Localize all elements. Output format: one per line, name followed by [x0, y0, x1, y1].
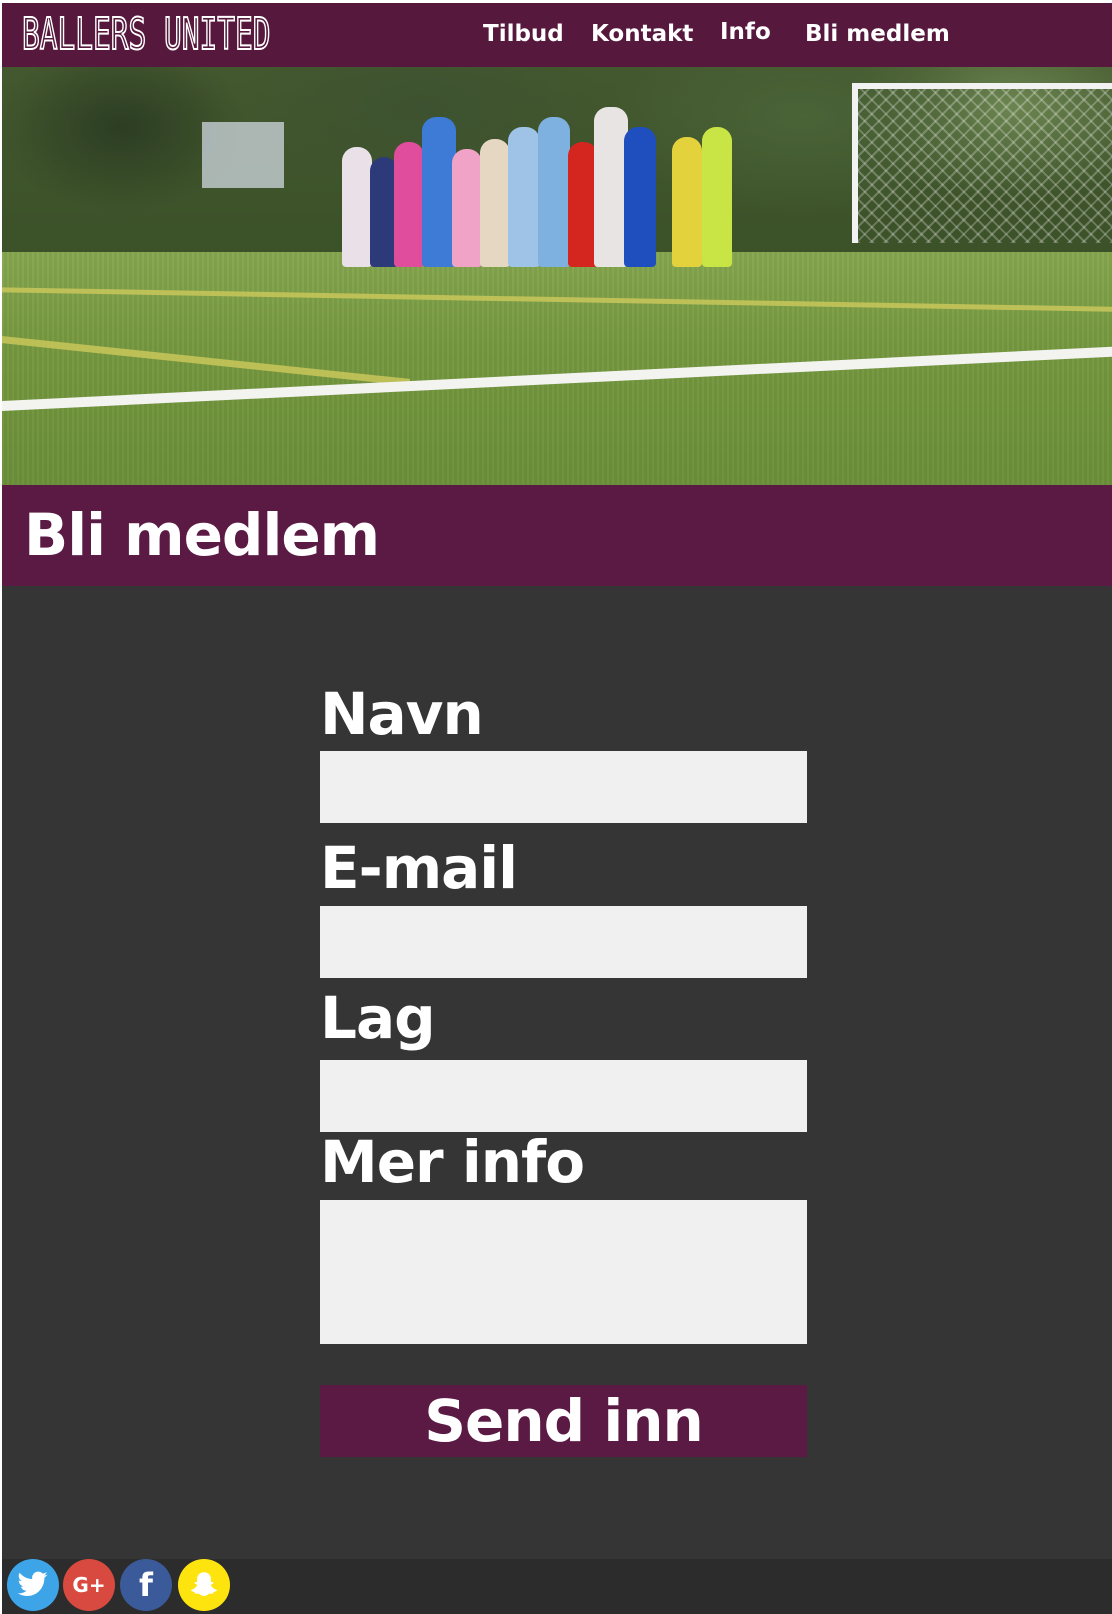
page: BALLERS UNITED Tilbud Kontakt Info Bli m… [2, 3, 1112, 1614]
google-plus-icon[interactable]: G+ [63, 1559, 115, 1611]
hero-player [508, 127, 540, 267]
hero-photo [2, 67, 1112, 485]
nav-link-tilbud[interactable]: Tilbud [483, 19, 564, 49]
hero-player [702, 127, 732, 267]
submit-button[interactable]: Send inn [320, 1385, 807, 1457]
name-field[interactable] [320, 751, 807, 823]
more-info-label: Mer info [320, 1128, 585, 1196]
team-field[interactable] [320, 1060, 807, 1132]
nav-link-kontakt[interactable]: Kontakt [591, 19, 693, 49]
team-label: Lag [320, 984, 436, 1052]
hero-player [452, 149, 482, 267]
page-title: Bli medlem [24, 501, 380, 569]
hero-players-group [332, 97, 762, 267]
hero-goal-net [852, 83, 1112, 243]
facebook-icon[interactable]: f [120, 1559, 172, 1611]
hero-sign-board [202, 122, 284, 188]
hero-player [394, 142, 424, 267]
nav-link-bli-medlem[interactable]: Bli medlem [805, 19, 950, 49]
twitter-icon[interactable] [7, 1559, 59, 1611]
more-info-field[interactable] [320, 1200, 807, 1344]
hero-player [594, 107, 628, 267]
section-banner: Bli medlem [2, 485, 1112, 586]
top-navbar: BALLERS UNITED Tilbud Kontakt Info Bli m… [2, 3, 1112, 67]
snapchat-icon[interactable] [178, 1559, 230, 1611]
name-label: Navn [320, 680, 484, 748]
hero-player [422, 117, 456, 267]
twitter-bird-glyph [18, 1571, 48, 1596]
hero-grass-field [2, 252, 1112, 485]
site-logo[interactable]: BALLERS UNITED [21, 8, 271, 61]
hero-player [538, 117, 570, 267]
hero-player [342, 147, 372, 267]
hero-player [672, 137, 702, 267]
hero-player [480, 139, 510, 267]
hero-player [624, 127, 656, 267]
snapchat-ghost-glyph [191, 1572, 217, 1597]
nav-link-info[interactable]: Info [720, 17, 771, 47]
email-label: E-mail [320, 834, 518, 902]
email-field[interactable] [320, 906, 807, 978]
